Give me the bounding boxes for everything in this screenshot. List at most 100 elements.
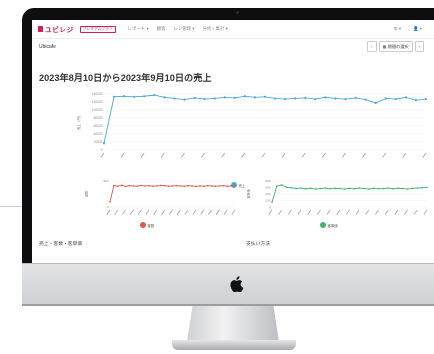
x-tick-label (316, 209, 321, 215)
data-point (191, 185, 193, 187)
menu-item-register[interactable]: レジ管理 ▾ (173, 26, 194, 32)
nav-right: ⚙ ▾ 👤 ▾ (394, 26, 422, 32)
y-tick-label: 0 (269, 205, 271, 209)
data-point (109, 201, 111, 203)
series-line (103, 94, 427, 144)
x-tick-label (215, 209, 220, 215)
chin-edge (22, 304, 434, 306)
y-tick-label: 80000 (94, 116, 103, 120)
screen: ユビレジ プレミアムプラン レポート ▾ 顧客 レジ管理 ▾ 分析・集計 ▾ ⚙… (32, 20, 434, 263)
data-point (377, 188, 380, 190)
logo-icon (38, 26, 43, 32)
plan-badge: プレミアムプラン (79, 25, 116, 33)
data-point (243, 95, 246, 98)
data-point (263, 95, 267, 98)
data-point (120, 184, 123, 186)
x-tick-label (140, 152, 145, 158)
data-point (411, 187, 414, 190)
data-point (392, 188, 394, 190)
data-point (187, 184, 189, 187)
next-period-button[interactable]: › (414, 41, 424, 52)
data-point (271, 201, 273, 204)
logo-text: ユビレジ (45, 27, 74, 34)
x-tick-label (223, 209, 228, 215)
data-point (159, 184, 162, 187)
x-tick-label (342, 152, 346, 158)
x-tick-label (201, 152, 205, 158)
data-point (210, 185, 213, 187)
data-point (163, 184, 166, 187)
data-point (358, 187, 360, 189)
menu-item-customers[interactable]: 顧客 (157, 26, 166, 32)
data-point (140, 184, 143, 187)
x-tick-label (355, 209, 360, 215)
legend-dot-unit-price (320, 222, 326, 228)
data-point (156, 185, 158, 187)
data-point (285, 186, 288, 189)
x-tick-label (208, 209, 212, 215)
x-tick-label (382, 152, 387, 158)
data-point (382, 187, 385, 190)
y-tick-label: 200 (265, 199, 270, 203)
data-point (148, 184, 150, 187)
data-point (202, 185, 205, 187)
x-tick-label (402, 152, 407, 158)
y-tick-label: 600 (265, 186, 270, 190)
x-tick-label (153, 209, 158, 215)
x-tick-label (346, 209, 350, 215)
data-point (175, 184, 178, 187)
stand-base (172, 340, 296, 350)
date-navigator: ‹ ▦ 期間の選択 › (367, 41, 424, 52)
menu-item-reports[interactable]: レポート ▾ (128, 26, 149, 32)
data-point (102, 142, 106, 145)
data-point (223, 96, 226, 99)
data-point (253, 96, 257, 99)
section-sales-customers: 売上・客数・客単価 (39, 242, 83, 247)
data-point (339, 187, 341, 190)
data-point (234, 184, 236, 187)
x-tick-label (326, 209, 331, 215)
data-point (112, 95, 116, 98)
data-point (387, 187, 390, 189)
x-tick-label (169, 209, 173, 215)
data-point (364, 98, 367, 101)
data-point (230, 185, 232, 187)
user-menu[interactable]: 👤 ▾ (413, 26, 422, 32)
data-point (152, 185, 154, 187)
data-point (334, 187, 336, 190)
data-point (273, 97, 277, 100)
x-tick-label (268, 209, 273, 215)
y-tick-label: 400 (265, 192, 270, 196)
data-point (314, 97, 317, 101)
data-point (309, 187, 312, 190)
x-tick-label (137, 209, 142, 215)
data-point (324, 187, 327, 189)
x-tick-label (362, 152, 366, 158)
settings-menu[interactable]: ⚙ ▾ (394, 26, 401, 32)
data-point (276, 185, 278, 187)
data-point (218, 185, 221, 187)
x-tick-label (145, 209, 150, 215)
x-tick-label (184, 209, 189, 215)
y-tick-label: 800 (265, 179, 270, 183)
data-point (406, 188, 409, 190)
apple-logo-icon (230, 276, 244, 292)
period-select-button[interactable]: ▦ 期間の選択 (378, 41, 413, 52)
data-point (163, 96, 166, 99)
monitor-chin (22, 263, 434, 305)
x-tick-label (100, 152, 105, 158)
data-point (213, 97, 216, 100)
prev-period-button[interactable]: ‹ (367, 41, 377, 52)
data-point (290, 186, 293, 189)
data-point (167, 185, 170, 187)
data-point (206, 184, 209, 187)
report-title: 2023年8月10日から2023年9月10日の売上 (39, 73, 212, 83)
y-axis-label: 客数 (84, 191, 89, 197)
data-point (368, 188, 370, 190)
stand (187, 306, 279, 342)
data-point (424, 97, 428, 101)
menu-item-analysis[interactable]: 分析・集計 ▾ (202, 26, 227, 32)
legend-customers: 客数 (140, 222, 154, 228)
legend-label-customers: 客数 (147, 223, 155, 228)
app-logo[interactable]: ユビレジ (38, 24, 74, 34)
